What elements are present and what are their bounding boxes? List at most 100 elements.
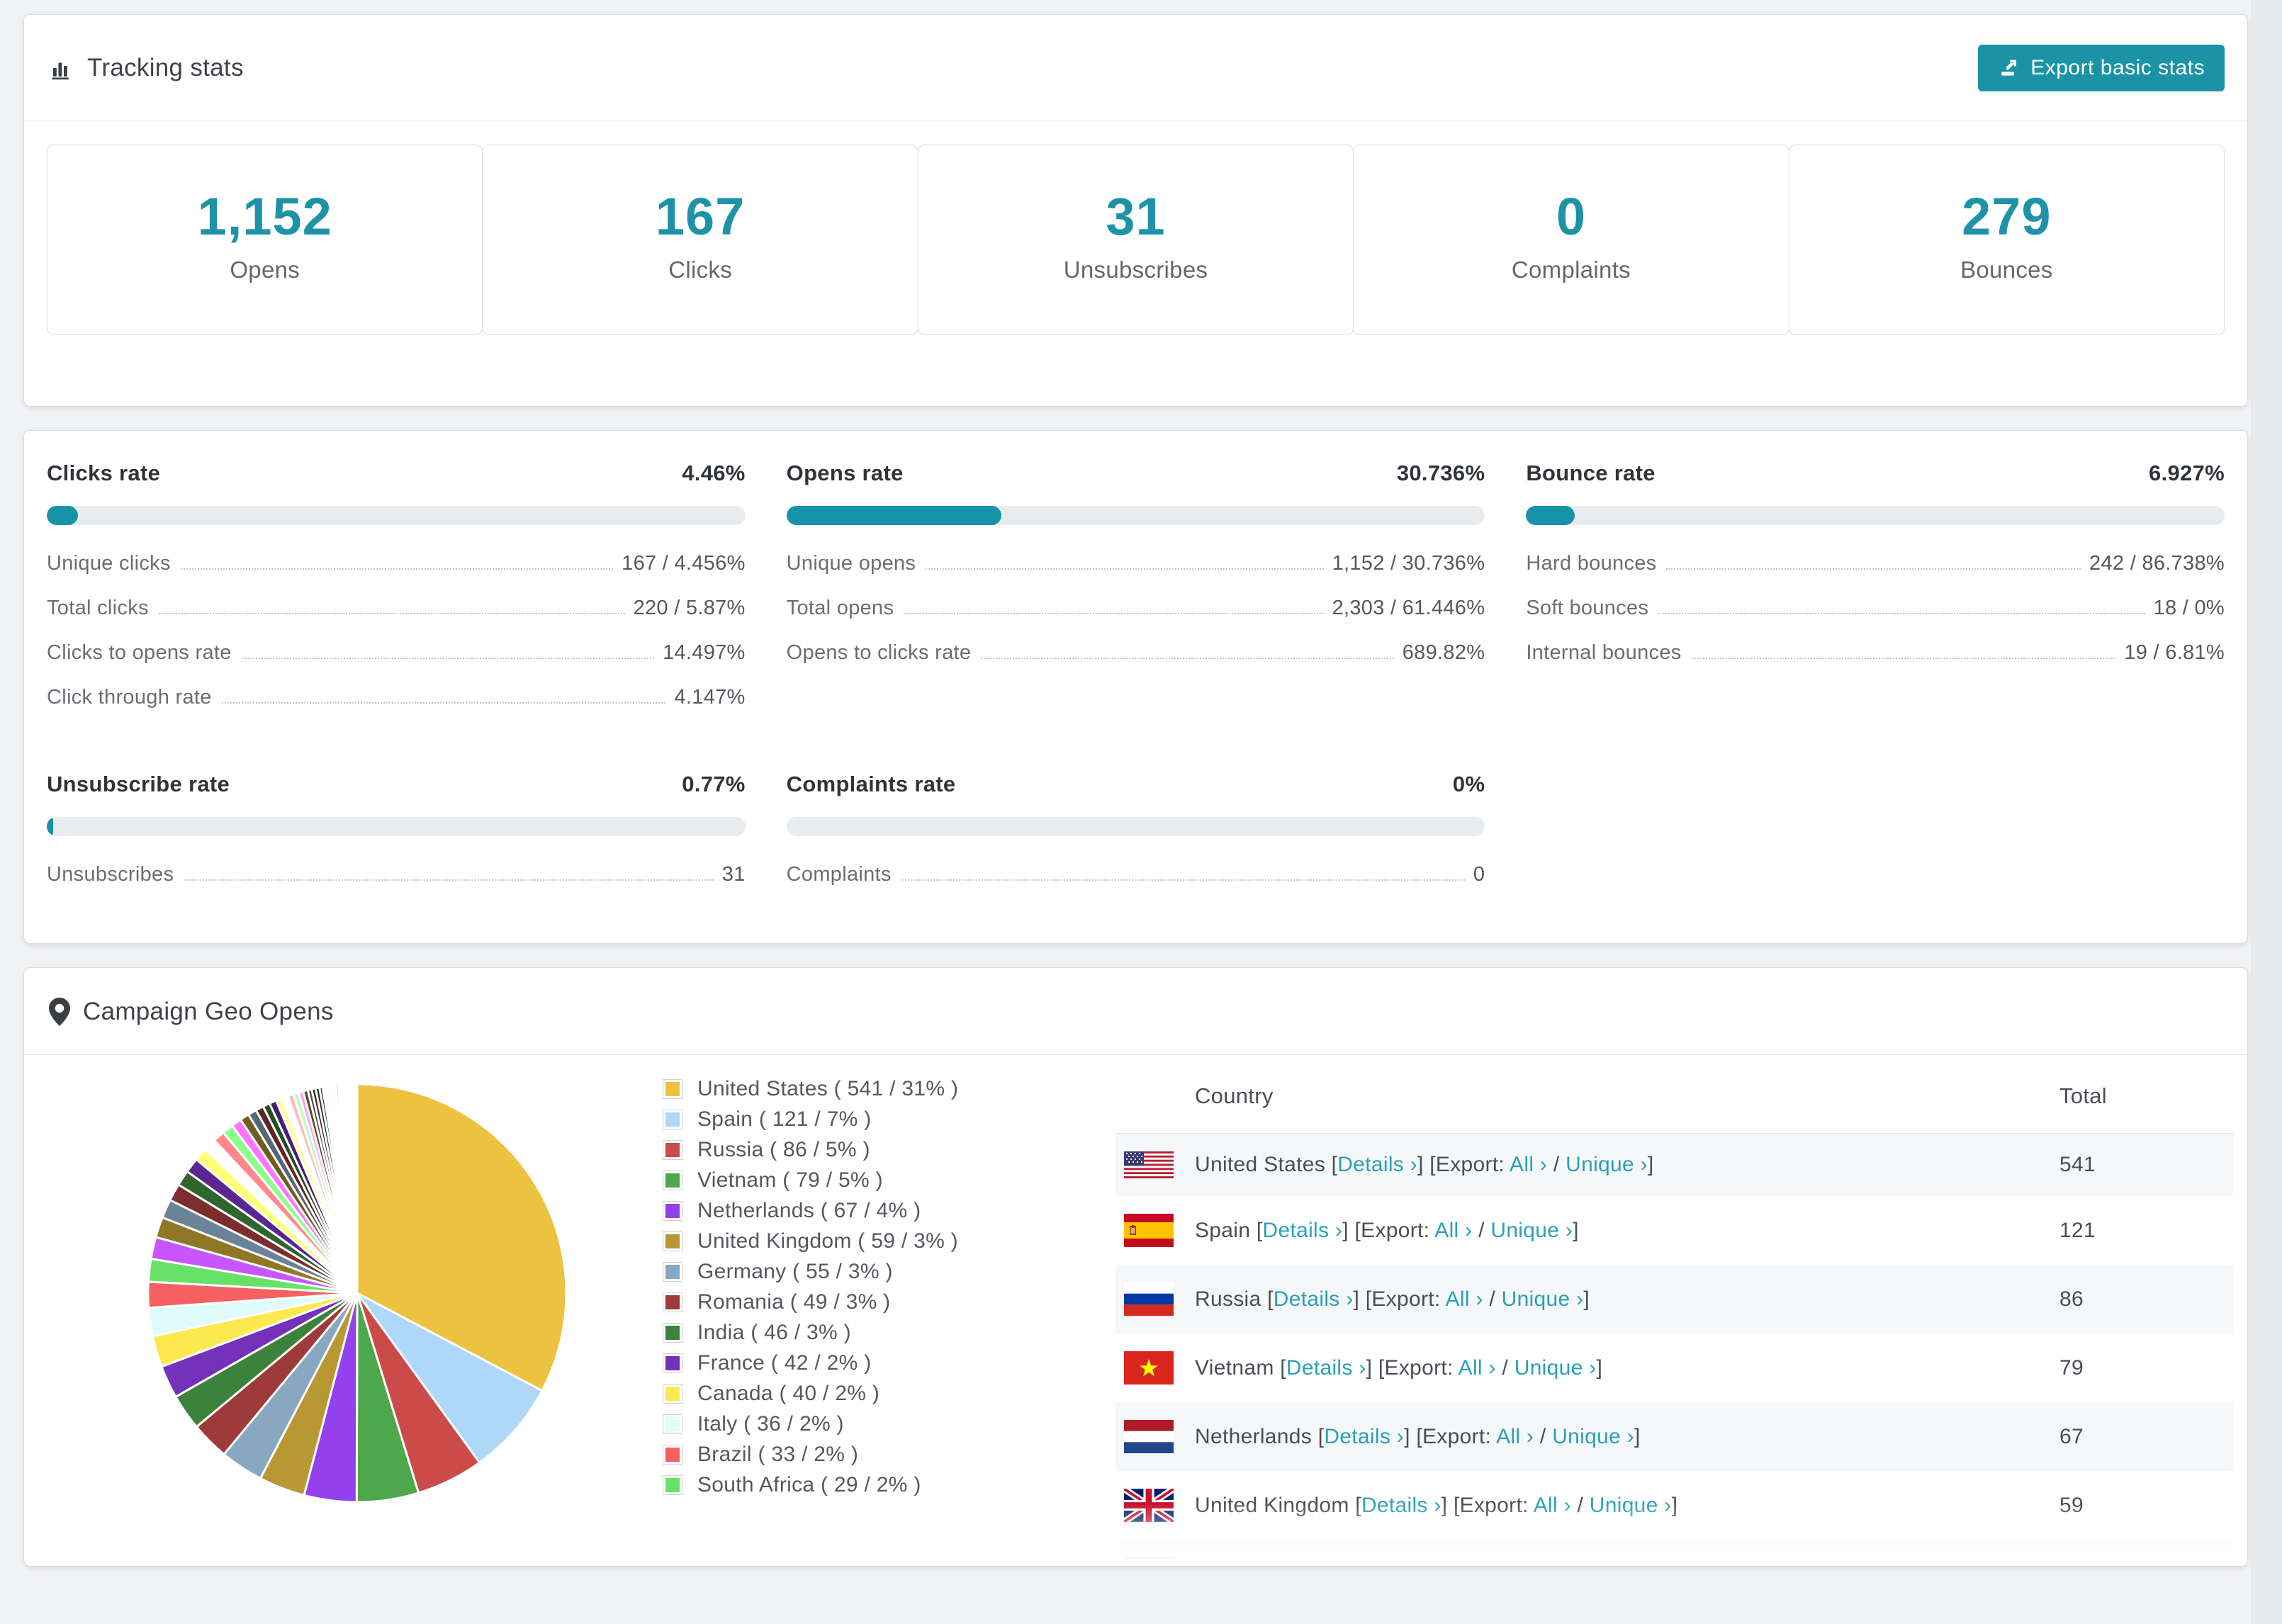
legend-label: United States ( 541 / 31% ): [697, 1076, 959, 1100]
rate-rows: Hard bounces 242 / 86.738% Soft bounces 18 …: [1526, 552, 2225, 665]
legend-item-germany[interactable]: Germany ( 55 / 3% ): [663, 1256, 1069, 1287]
export-unique-link[interactable]: Unique ›: [1552, 1425, 1634, 1448]
table-row-ru: Russia [Details ›] [Export: All › / Uniq…: [1115, 1265, 2233, 1333]
rate-row-value: 242 / 86.738%: [2089, 552, 2225, 575]
rate-row-value: 14.497%: [663, 641, 746, 664]
legend-swatch: [663, 1292, 682, 1312]
legend-item-united-states[interactable]: United States ( 541 / 31% ): [663, 1073, 1069, 1104]
country-links: Spain [Details ›] [Export: All › / Uniqu…: [1195, 1218, 1579, 1242]
rates-grid: Clicks rate 4.46% Unique clicks 167 / 4.456…: [24, 431, 2247, 943]
rate-row-value: 1,152 / 30.736%: [1332, 552, 1485, 575]
dotted-leader: [158, 613, 625, 614]
legend-label: Romania ( 49 / 3% ): [697, 1290, 891, 1314]
rate-rows: Unique clicks 167 / 4.456% Total clicks 220…: [47, 552, 746, 709]
legend-item-vietnam[interactable]: Vietnam ( 79 / 5% ): [663, 1165, 1069, 1195]
rate-head: Bounce rate 6.927%: [1526, 461, 2225, 486]
rate-row-label: Internal bounces: [1526, 641, 1682, 664]
legend-item-india[interactable]: India ( 46 / 3% ): [663, 1317, 1069, 1348]
legend-swatch: [663, 1170, 682, 1190]
rate-row: Unique clicks 167 / 4.456%: [47, 552, 746, 575]
us-flag-icon: [1124, 1151, 1174, 1178]
rate-row-label: Total clicks: [47, 597, 149, 619]
export-unique-link[interactable]: Unique ›: [1514, 1356, 1597, 1380]
dotted-leader: [1691, 658, 2116, 659]
rate-row-value: 2,303 / 61.446%: [1332, 597, 1485, 619]
rate-value: 0.77%: [682, 772, 746, 796]
rate-row: Unsubscribes 31: [47, 863, 746, 886]
details-link[interactable]: Details ›: [1274, 1287, 1354, 1311]
legend-item-canada[interactable]: Canada ( 40 / 2% ): [663, 1378, 1069, 1409]
legend-swatch: [663, 1261, 682, 1282]
country-cell: United States [Details ›] [Export: All ›…: [1115, 1133, 2059, 1196]
details-link[interactable]: Details ›: [1286, 1356, 1366, 1380]
export-unique-link[interactable]: Unique ›: [1502, 1287, 1584, 1311]
rate-value: 4.46%: [682, 461, 746, 485]
legend-item-south-africa[interactable]: South Africa ( 29 / 2% ): [663, 1470, 1069, 1500]
de-flag-icon: [1124, 1557, 1174, 1566]
legend-swatch: [663, 1353, 682, 1373]
table-row-gb: United Kingdom [Details ›] [Export: All …: [1115, 1471, 2233, 1540]
details-link[interactable]: Details ›: [1324, 1425, 1404, 1448]
rate-row-value: 0: [1473, 863, 1485, 886]
export-unique-link[interactable]: Unique ›: [1590, 1494, 1672, 1517]
rate-row-value: 220 / 5.87%: [633, 597, 746, 619]
legend-item-italy[interactable]: Italy ( 36 / 2% ): [663, 1409, 1069, 1439]
progress-bar-fill: [47, 817, 53, 836]
details-link[interactable]: Details ›: [1296, 1562, 1376, 1567]
legend-label: United Kingdom ( 59 / 3% ): [697, 1229, 958, 1253]
legend-item-romania[interactable]: Romania ( 49 / 3% ): [663, 1287, 1069, 1317]
rate-row-value: 31: [721, 863, 746, 886]
details-link[interactable]: Details ›: [1361, 1494, 1441, 1517]
export-basic-stats-button[interactable]: Export basic stats: [1978, 45, 2225, 91]
legend-item-netherlands[interactable]: Netherlands ( 67 / 4% ): [663, 1195, 1069, 1226]
export-all-link[interactable]: All ›: [1434, 1219, 1472, 1242]
legend-item-brazil[interactable]: Brazil ( 33 / 2% ): [663, 1439, 1069, 1470]
map-pin-icon: [49, 998, 70, 1026]
geo-table-wrap: Country Total United States [Details ›] …: [1115, 1073, 2233, 1566]
export-unique-link[interactable]: Unique ›: [1490, 1219, 1573, 1242]
export-all-link[interactable]: All ›: [1510, 1153, 1547, 1176]
geo-legend: United States ( 541 / 31% ) Spain ( 121 /…: [663, 1073, 1069, 1500]
legend-label: South Africa ( 29 / 2% ): [697, 1472, 921, 1496]
legend-label: Vietnam ( 79 / 5% ): [697, 1168, 883, 1192]
rate-row-label: Clicks to opens rate: [47, 641, 232, 664]
geo-table-zone: Country Total United States [Details ›] …: [1115, 1073, 2233, 1566]
legend-item-russia[interactable]: Russia ( 86 / 5% ): [663, 1134, 1069, 1165]
export-unique-link[interactable]: Unique ›: [1524, 1562, 1607, 1567]
country-links: Vietnam [Details ›] [Export: All › / Uni…: [1195, 1355, 1603, 1380]
nl-flag-icon: [1124, 1420, 1174, 1453]
dotted-leader: [981, 658, 1394, 659]
country-name: Vietnam: [1195, 1355, 1281, 1380]
country-name: Russia: [1195, 1287, 1268, 1311]
details-link[interactable]: Details ›: [1337, 1153, 1417, 1176]
progress-bar-track: [1526, 506, 2225, 525]
dotted-leader: [221, 702, 666, 704]
country-name: Germany: [1195, 1562, 1290, 1567]
rate-rows: Complaints 0: [787, 863, 1485, 886]
legend-item-france[interactable]: France ( 42 / 2% ): [663, 1348, 1069, 1378]
export-unique-link[interactable]: Unique ›: [1566, 1153, 1648, 1176]
rate-row-label: Soft bounces: [1526, 597, 1649, 619]
export-all-link[interactable]: All ›: [1468, 1562, 1506, 1567]
stat-value: 279: [1962, 187, 2052, 246]
scrollbar-track[interactable]: [2252, 0, 2282, 1624]
export-all-link[interactable]: All ›: [1446, 1287, 1483, 1311]
rate-row: Opens to clicks rate 689.82%: [787, 641, 1485, 665]
country-name: United States: [1195, 1153, 1332, 1176]
export-all-link[interactable]: All ›: [1534, 1494, 1571, 1517]
rate-row-label: Click through rate: [47, 686, 212, 709]
country-links: Netherlands [Details ›] [Export: All › /…: [1195, 1424, 1641, 1448]
total-value: 79: [2059, 1355, 2084, 1380]
country-name: Spain: [1195, 1218, 1257, 1242]
legend-item-spain[interactable]: Spain ( 121 / 7% ): [663, 1104, 1069, 1134]
legend-item-united-kingdom[interactable]: United Kingdom ( 59 / 3% ): [663, 1226, 1069, 1256]
dotted-leader: [901, 879, 1465, 881]
export-all-link[interactable]: All ›: [1496, 1425, 1534, 1448]
details-link[interactable]: Details ›: [1263, 1219, 1343, 1242]
dotted-leader: [926, 568, 1324, 570]
progress-bar-fill: [786, 506, 1001, 525]
country-name: United Kingdom: [1195, 1493, 1356, 1517]
export-all-link[interactable]: All ›: [1458, 1356, 1496, 1380]
legend-swatch: [663, 1474, 682, 1495]
country-links: Russia [Details ›] [Export: All › / Uniq…: [1195, 1287, 1590, 1311]
